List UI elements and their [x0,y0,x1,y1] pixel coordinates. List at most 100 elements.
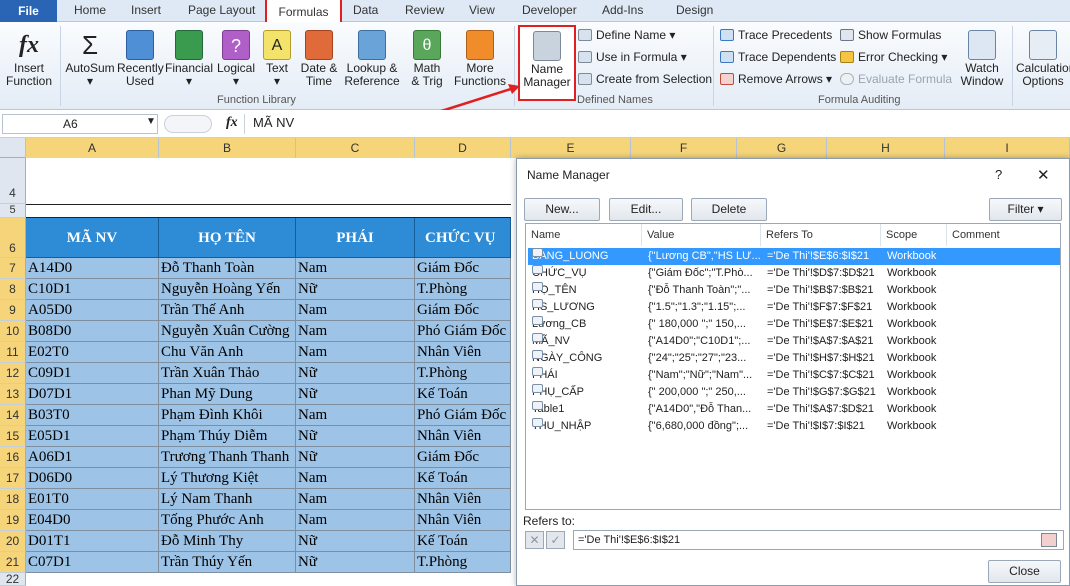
cell-ho-ten[interactable]: Nguyễn Xuân Cường [159,321,296,342]
formula-input[interactable]: MÃ NV [244,114,1070,134]
define-name-button[interactable]: Define Name ▾ [578,28,675,42]
formula-bar-toggle[interactable] [164,115,212,133]
cell-chuc-vu[interactable]: Phó Giám Đốc [415,405,511,426]
cell-chuc-vu[interactable]: Nhân Viên [415,489,511,510]
tab-review[interactable]: Review [405,3,444,17]
cell-chuc-vu[interactable]: Nhân Viên [415,342,511,363]
calculation-options-button[interactable]: Calculation Options [1016,30,1070,88]
row-header[interactable]: 12 [0,363,26,384]
tab-addins[interactable]: Add-Ins [602,3,643,17]
header-ho-ten[interactable]: HỌ TÊN [159,218,296,258]
cell-ma-nv[interactable]: C10D1 [26,279,159,300]
fx-icon[interactable]: fx [226,115,238,131]
cell-ho-ten[interactable]: Trương Thanh Thanh [159,447,296,468]
use-in-formula-button[interactable]: Use in Formula ▾ [578,50,687,64]
row-header[interactable]: 8 [0,279,26,300]
create-from-selection-button[interactable]: Create from Selection [578,72,712,86]
cell-phai[interactable]: Nam [296,258,415,279]
cell-phai[interactable]: Nam [296,489,415,510]
cell-ho-ten[interactable]: Lý Nam Thanh [159,489,296,510]
cell-phai[interactable]: Nữ [296,531,415,552]
cell-ma-nv[interactable]: A06D1 [26,447,159,468]
row-header-22[interactable]: 22 [0,573,26,586]
tab-insert[interactable]: Insert [131,3,161,17]
header-chuc-vu[interactable]: CHỨC VỤ [415,218,511,258]
header-ma-nv[interactable]: MÃ NV [26,218,159,258]
cell-ho-ten[interactable]: Lý Thương Kiệt [159,468,296,489]
row-header[interactable]: 20 [0,531,26,552]
edit-button[interactable]: Edit... [609,198,683,221]
cell-phai[interactable]: Nam [296,300,415,321]
insert-function-button[interactable]: fx Insert Function [4,30,54,88]
cell-ma-nv[interactable]: E05D1 [26,426,159,447]
remove-arrows-button[interactable]: Remove Arrows ▾ [720,72,832,86]
text-button[interactable]: A Text ▾ [259,30,295,88]
delete-button[interactable]: Delete [691,198,767,221]
row-header[interactable]: 9 [0,300,26,321]
cell-chuc-vu[interactable]: T.Phòng [415,279,511,300]
name-list-row[interactable]: CHỨC_VỤ {"Giám Đốc";"T.Phò... ='De Thi'!$D… [528,265,1060,282]
name-list-row[interactable]: NGÀY_CÔNG {"24";"25";"27";"23... ='De Thi'… [528,350,1060,367]
cell-chuc-vu[interactable]: Kế Toán [415,468,511,489]
cell-ma-nv[interactable]: A14D0 [26,258,159,279]
cell-phai[interactable]: Nữ [296,363,415,384]
row-header[interactable]: 18 [0,489,26,510]
column-header-b[interactable]: B [159,138,296,158]
name-box[interactable]: A6 [2,114,158,134]
cell-ma-nv[interactable]: B03T0 [26,405,159,426]
cell-phai[interactable]: Nam [296,468,415,489]
row-header[interactable]: 17 [0,468,26,489]
watch-window-button[interactable]: Watch Window [954,30,1010,88]
trace-dependents-button[interactable]: Trace Dependents [720,50,836,64]
name-box-dropdown-icon[interactable]: ▼ [146,116,156,127]
list-header-value[interactable]: Value [642,224,761,246]
cell-ho-ten[interactable]: Phạm Thúy Diễm [159,426,296,447]
name-list-row[interactable]: HỌ_TÊN {"Đỗ Thanh Toàn";"... ='De Thi'!$B$… [528,282,1060,299]
new-button[interactable]: New... [524,198,600,221]
cell-phai[interactable]: Nữ [296,384,415,405]
cell-chuc-vu[interactable]: Giám Đốc [415,447,511,468]
cell-chuc-vu[interactable]: T.Phòng [415,552,511,573]
close-icon[interactable]: ✕ [1037,166,1050,184]
select-all-corner[interactable] [0,138,26,158]
cell-phai[interactable]: Nam [296,342,415,363]
cell-chuc-vu[interactable]: Phó Giám Đốc [415,321,511,342]
cell-chuc-vu[interactable]: Nhân Viên [415,510,511,531]
name-list-row[interactable]: PHÁI {"Nam";"Nữ";"Nam"... ='De Thi'!$C$7:$… [528,367,1060,384]
cell-phai[interactable]: Nam [296,405,415,426]
confirm-edit-icon[interactable]: ✓ [546,531,565,549]
cell-ho-ten[interactable]: Đỗ Minh Thy [159,531,296,552]
cell-ho-ten[interactable]: Đỗ Thanh Toàn [159,258,296,279]
cell-ho-ten[interactable]: Tống Phước Anh [159,510,296,531]
row-header-4[interactable]: 4 [0,158,26,204]
cell-ma-nv[interactable]: E02T0 [26,342,159,363]
name-list-row[interactable]: Table1 {"A14D0","Đỗ Than... ='De Thi'!$A$7… [528,401,1060,418]
column-header-g[interactable]: G [737,138,827,158]
cell-chuc-vu[interactable]: Giám Đốc [415,258,511,279]
cell-chuc-vu[interactable]: Giám Đốc [415,300,511,321]
header-phai[interactable]: PHÁI [296,218,415,258]
tab-page-layout[interactable]: Page Layout [188,3,255,17]
cell-ho-ten[interactable]: Phan Mỹ Dung [159,384,296,405]
column-header-f[interactable]: F [631,138,737,158]
column-header-i[interactable]: I [945,138,1070,158]
row-header[interactable]: 21 [0,552,26,573]
cell-ma-nv[interactable]: C09D1 [26,363,159,384]
help-button[interactable]: ? [995,167,1002,182]
row-header[interactable]: 19 [0,510,26,531]
row-header[interactable]: 13 [0,384,26,405]
recently-used-button[interactable]: Recently Used [117,30,164,88]
row-header-6[interactable]: 6 [0,218,26,258]
row-header-5[interactable]: 5 [0,204,26,218]
cell-phai[interactable]: Nam [296,510,415,531]
cell-chuc-vu[interactable]: Kế Toán [415,531,511,552]
cell-phai[interactable]: Nữ [296,426,415,447]
cell-chuc-vu[interactable]: Kế Toán [415,384,511,405]
row-header[interactable]: 16 [0,447,26,468]
tab-view[interactable]: View [469,3,495,17]
cell-ma-nv[interactable]: E04D0 [26,510,159,531]
cell-phai[interactable]: Nam [296,321,415,342]
name-list-row[interactable]: BANG_LUONG {"Lương CB","HS LƯ... ='De Thi'… [528,248,1060,265]
cell-chuc-vu[interactable]: T.Phòng [415,363,511,384]
column-header-h[interactable]: H [827,138,945,158]
